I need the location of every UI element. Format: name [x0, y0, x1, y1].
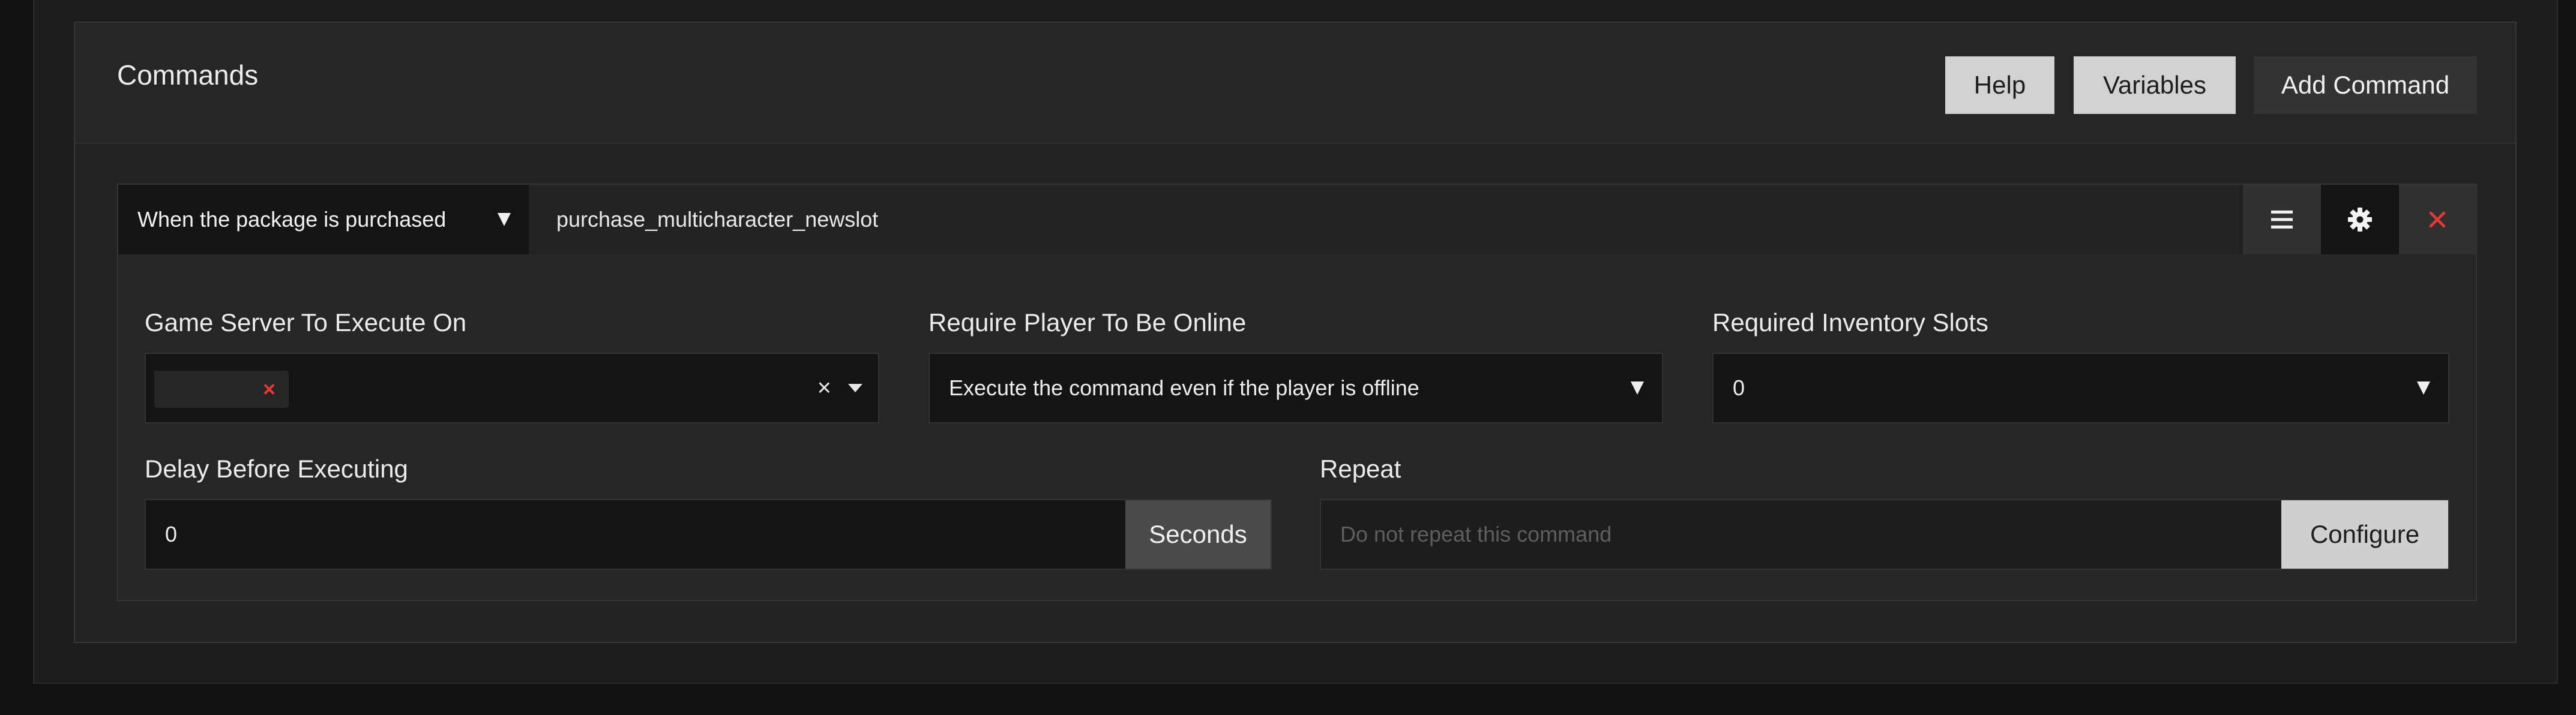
close-icon — [2429, 211, 2446, 228]
command-card: When the package is purchased purchase_m… — [117, 184, 2477, 601]
add-command-button[interactable]: Add Command — [2254, 56, 2477, 114]
variables-button[interactable]: Variables — [2074, 56, 2236, 114]
trigger-select-value: When the package is purchased — [137, 207, 447, 232]
delay-label: Delay Before Executing — [145, 455, 408, 483]
require-online-value: Execute the command even if the player i… — [949, 375, 1419, 400]
commands-panel: Commands Help Variables Add Command When… — [74, 22, 2517, 643]
chevron-down-icon[interactable] — [848, 384, 862, 392]
gear-icon — [2348, 208, 2372, 232]
chevron-down-icon — [498, 213, 511, 226]
hamburger-icon — [2271, 211, 2293, 229]
require-online-select[interactable]: Execute the command even if the player i… — [928, 353, 1663, 423]
inventory-slots-select[interactable]: 0 — [1712, 353, 2449, 423]
reorder-button[interactable] — [2243, 185, 2321, 254]
panel-header: Commands Help Variables Add Command — [75, 23, 2515, 144]
panel-title: Commands — [117, 59, 259, 91]
game-server-select[interactable]: × × — [145, 353, 879, 423]
seconds-addon: Seconds — [1125, 500, 1271, 569]
command-input[interactable] — [529, 185, 2239, 254]
command-row: When the package is purchased — [118, 185, 2476, 254]
delay-input[interactable]: 0 — [165, 522, 177, 547]
clear-selection-icon[interactable]: × — [817, 375, 831, 402]
server-tag: × — [154, 371, 289, 408]
inventory-slots-label: Required Inventory Slots — [1712, 308, 1988, 337]
help-button[interactable]: Help — [1945, 56, 2054, 114]
chevron-down-icon — [2417, 381, 2430, 395]
delay-input-group: 0 Seconds — [145, 499, 1272, 570]
repeat-input-group: Do not repeat this command Configure — [1320, 499, 2449, 570]
settings-button[interactable] — [2321, 185, 2399, 254]
require-online-label: Require Player To Be Online — [928, 308, 1247, 337]
configure-button[interactable]: Configure — [2281, 500, 2448, 569]
repeat-label: Repeat — [1320, 455, 1401, 483]
inventory-slots-value: 0 — [1733, 375, 1745, 400]
chevron-down-icon — [1631, 381, 1644, 395]
game-server-label: Game Server To Execute On — [145, 308, 467, 337]
repeat-input[interactable]: Do not repeat this command — [1340, 522, 1612, 547]
trigger-select[interactable]: When the package is purchased — [118, 185, 529, 254]
remove-command-button[interactable] — [2399, 185, 2476, 254]
close-icon[interactable]: × — [263, 378, 275, 400]
